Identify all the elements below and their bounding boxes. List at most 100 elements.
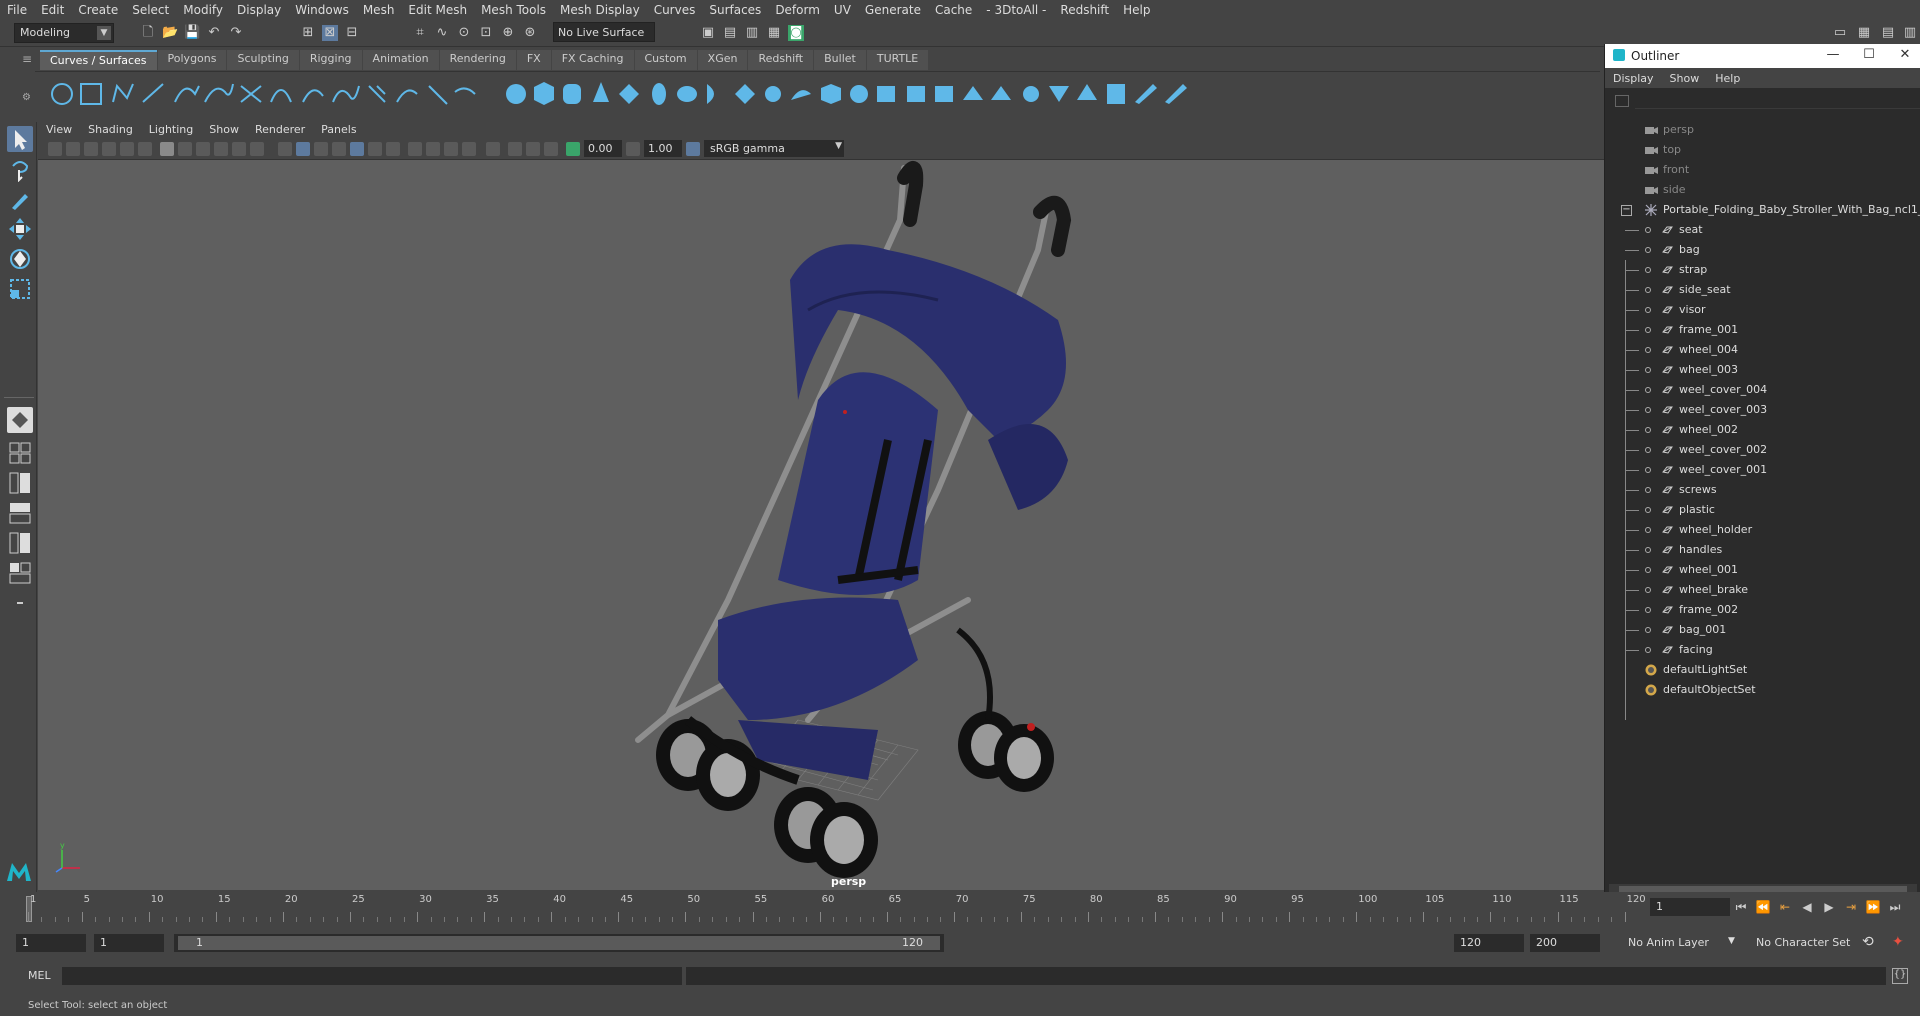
go-to-start-icon[interactable]: ⏮: [1732, 898, 1750, 916]
menu-file[interactable]: File: [0, 3, 34, 17]
xray-components-icon[interactable]: [544, 142, 558, 156]
shelf-menu-icon[interactable]: ≡: [22, 52, 32, 66]
close-icon[interactable]: ✕: [1895, 47, 1915, 62]
outliner-item-set[interactable]: defaultLightSet: [1605, 660, 1920, 680]
outliner-item-mesh[interactable]: weel_cover_003: [1605, 400, 1920, 420]
bookmark-icon[interactable]: [84, 142, 98, 156]
select-object-icon[interactable]: ⊠: [322, 25, 338, 41]
xray-joints-icon[interactable]: [526, 142, 540, 156]
safe-action-icon[interactable]: [250, 142, 264, 156]
outliner-item-mesh[interactable]: screws: [1605, 480, 1920, 500]
menu-deform[interactable]: Deform: [768, 3, 827, 17]
outliner-item-mesh[interactable]: wheel_003: [1605, 360, 1920, 380]
shelf-tab-xgen[interactable]: XGen: [697, 50, 748, 70]
outliner-menu-display[interactable]: Display: [1605, 72, 1662, 85]
2d-pan-zoom-icon[interactable]: [120, 142, 134, 156]
play-forward-icon[interactable]: ▶: [1820, 898, 1838, 916]
layout-single-icon[interactable]: ▭: [1832, 25, 1848, 41]
outliner-item-mesh[interactable]: visor: [1605, 300, 1920, 320]
multisample-aa-icon[interactable]: [444, 142, 458, 156]
shelf-tab-sculpting[interactable]: Sculpting: [227, 50, 299, 70]
command-input[interactable]: [62, 967, 682, 985]
smooth-shade-icon[interactable]: [296, 142, 310, 156]
paint-select-tool-icon[interactable]: [7, 186, 33, 212]
snap-surface-icon[interactable]: ⊕: [500, 25, 516, 41]
gate-mask-icon[interactable]: [214, 142, 228, 156]
outliner-item-camera[interactable]: top: [1605, 140, 1920, 160]
menu-mesh-display[interactable]: Mesh Display: [553, 3, 647, 17]
collapse-icon[interactable]: −: [1621, 205, 1632, 216]
lasso-tool-icon[interactable]: [7, 156, 33, 183]
filter-icon[interactable]: [1615, 95, 1629, 107]
shadows-icon[interactable]: [386, 142, 400, 156]
resolution-gate-icon[interactable]: [196, 142, 210, 156]
panel-menu-renderer[interactable]: Renderer: [247, 123, 313, 136]
persp-outliner-layout-icon[interactable]: [7, 470, 33, 496]
outliner-item-mesh[interactable]: weel_cover_004: [1605, 380, 1920, 400]
go-to-end-icon[interactable]: ⏭: [1886, 898, 1904, 916]
outliner-item-camera[interactable]: front: [1605, 160, 1920, 180]
menu-curves[interactable]: Curves: [647, 3, 703, 17]
auto-key-icon[interactable]: ⟲: [1862, 934, 1874, 950]
outliner-item-mesh[interactable]: plastic: [1605, 500, 1920, 520]
image-plane-icon[interactable]: [102, 142, 116, 156]
outliner-item-mesh[interactable]: weel_cover_001: [1605, 460, 1920, 480]
four-view-layout-icon[interactable]: [7, 440, 33, 466]
menu-windows[interactable]: Windows: [288, 3, 356, 17]
scale-tool-icon[interactable]: [7, 276, 33, 302]
save-scene-icon[interactable]: 💾: [184, 25, 200, 41]
rotate-tool-icon[interactable]: [7, 246, 33, 272]
panel-menu-shading[interactable]: Shading: [80, 123, 141, 136]
hypershade-layout-icon[interactable]: [7, 530, 33, 556]
default-material-icon[interactable]: [332, 142, 346, 156]
play-backward-icon[interactable]: ◀: [1798, 898, 1816, 916]
outliner-item-mesh[interactable]: wheel_holder: [1605, 520, 1920, 540]
range-thumb[interactable]: [178, 936, 940, 950]
move-tool-icon[interactable]: [7, 216, 33, 242]
animation-start-field[interactable]: 1: [16, 934, 86, 952]
outliner-item-mesh[interactable]: wheel_001: [1605, 560, 1920, 580]
gamma-field[interactable]: 1.00: [644, 140, 682, 157]
shelf-tab-fx[interactable]: FX: [516, 50, 551, 70]
snap-grid-icon[interactable]: ⌗: [412, 25, 428, 41]
menu-uv[interactable]: UV: [827, 3, 858, 17]
screen-space-ao-icon[interactable]: [408, 142, 422, 156]
step-back-key-icon[interactable]: ⏪: [1754, 898, 1772, 916]
shelf-tab-rendering[interactable]: Rendering: [439, 50, 516, 70]
live-surface-field[interactable]: No Live Surface: [553, 22, 655, 42]
workspace-select[interactable]: Modeling ▼: [14, 23, 114, 43]
persp-viewport[interactable]: y persp: [38, 160, 1604, 890]
undo-icon[interactable]: ↶: [206, 25, 222, 41]
render-settings-icon[interactable]: ▦: [766, 25, 782, 41]
use-all-lights-icon[interactable]: [368, 142, 382, 156]
menu-3dtoall[interactable]: - 3DtoAll -: [979, 3, 1053, 17]
isolate-select-icon[interactable]: [486, 142, 500, 156]
film-gate-icon[interactable]: [178, 142, 192, 156]
shelf-settings-icon[interactable]: ⚙: [22, 92, 31, 103]
layout-outliner-icon[interactable]: ▤: [1880, 25, 1896, 41]
panel-menu-lighting[interactable]: Lighting: [141, 123, 201, 136]
outliner-item-mesh[interactable]: weel_cover_002: [1605, 440, 1920, 460]
outliner-menu-help[interactable]: Help: [1707, 72, 1748, 85]
outliner-item-mesh[interactable]: wheel_brake: [1605, 580, 1920, 600]
select-component-icon[interactable]: ⊟: [344, 25, 360, 41]
playback-start-field[interactable]: 1: [94, 934, 164, 952]
field-chart-icon[interactable]: [232, 142, 246, 156]
depth-of-field-icon[interactable]: [462, 142, 476, 156]
panel-menu-view[interactable]: View: [38, 123, 80, 136]
outliner-item-mesh[interactable]: bag: [1605, 240, 1920, 260]
anim-layer-select[interactable]: No Anim Layer ▼: [1618, 934, 1740, 952]
render-frame-icon[interactable]: ▤: [722, 25, 738, 41]
new-scene-icon[interactable]: 🗋: [140, 25, 156, 41]
select-tool-icon[interactable]: [7, 126, 33, 152]
range-track[interactable]: 1 120: [174, 934, 944, 952]
shelf-tab-bullet[interactable]: Bullet: [814, 50, 866, 70]
outliner-item-mesh[interactable]: seat: [1605, 220, 1920, 240]
snap-curve-icon[interactable]: ∿: [434, 25, 450, 41]
outliner-item-mesh[interactable]: wheel_002: [1605, 420, 1920, 440]
grease-pencil-icon[interactable]: [138, 142, 152, 156]
panel-menu-panels[interactable]: Panels: [313, 123, 364, 136]
single-perspective-layout-icon[interactable]: [7, 407, 33, 433]
menu-help[interactable]: Help: [1116, 3, 1157, 17]
outliner-item-mesh[interactable]: facing: [1605, 640, 1920, 660]
